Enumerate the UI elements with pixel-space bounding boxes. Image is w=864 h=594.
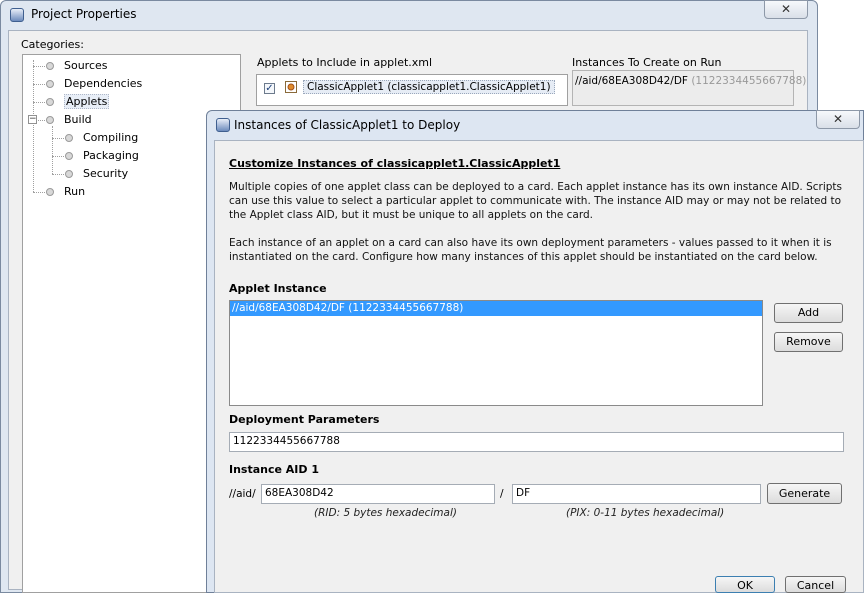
- instance-item[interactable]: //aid/68EA308D42/DF (1122334455667788): [575, 75, 806, 87]
- tree-node-icon: [46, 116, 54, 124]
- customize-heading: Customize Instances of classicapplet1.Cl…: [229, 157, 561, 170]
- tree-node-icon: [46, 188, 54, 196]
- applet-icon: [285, 81, 297, 93]
- description-paragraph-2: Each instance of an applet on a card can…: [229, 237, 832, 263]
- instance-aid: //aid/68EA308D42/DF: [575, 75, 688, 87]
- aid-separator: /: [500, 488, 504, 500]
- tree-connector: [33, 192, 45, 193]
- list-item[interactable]: //aid/68EA308D42/DF (1122334455667788): [230, 301, 762, 316]
- dialog-titlebar[interactable]: Instances of ClassicApplet1 to Deploy ✕: [206, 110, 864, 140]
- deployment-parameters-label: Deployment Parameters: [229, 413, 380, 426]
- pix-field[interactable]: DF: [512, 484, 761, 504]
- tree-item-sources[interactable]: Sources: [46, 59, 108, 72]
- remove-button[interactable]: Remove: [774, 332, 843, 352]
- pix-hint: (PIX: 0-11 bytes hexadecimal): [566, 507, 725, 519]
- tree-connector: [52, 174, 64, 175]
- applet-item-label[interactable]: ClassicApplet1 (classicapplet1.ClassicAp…: [303, 80, 555, 94]
- tree-connector: [38, 120, 45, 121]
- tree-connector: [33, 60, 34, 192]
- instance-params: (1122334455667788): [691, 75, 807, 87]
- rid-hint: (RID: 5 bytes hexadecimal): [314, 507, 457, 519]
- instances-to-create-label: Instances To Create on Run: [572, 56, 722, 69]
- tree-item-security[interactable]: Security: [65, 167, 128, 180]
- tree-connector: [52, 138, 64, 139]
- cancel-button[interactable]: Cancel: [785, 576, 846, 593]
- tree-item-dependencies[interactable]: Dependencies: [46, 77, 142, 90]
- tree-connector: [52, 156, 64, 157]
- tree-node-icon: [65, 170, 73, 178]
- tree-item-run[interactable]: Run: [46, 185, 85, 198]
- tree-node-icon: [46, 62, 54, 70]
- tree-node-icon: [46, 80, 54, 88]
- dialog-title: Instances of ClassicApplet1 to Deploy: [234, 118, 461, 132]
- tree-connector: [33, 102, 45, 103]
- tree-item-compiling[interactable]: Compiling: [65, 131, 138, 144]
- categories-label: Categories:: [21, 38, 84, 51]
- tree-connector: [52, 126, 53, 174]
- applet-instance-label: Applet Instance: [229, 282, 327, 295]
- project-properties-titlebar[interactable]: Project Properties ✕: [0, 0, 816, 30]
- rid-field[interactable]: 68EA308D42: [261, 484, 495, 504]
- applets-list[interactable]: ✓ ClassicApplet1 (classicapplet1.Classic…: [256, 74, 568, 106]
- tree-item-packaging[interactable]: Packaging: [65, 149, 139, 162]
- description-paragraph-1: Multiple copies of one applet class can …: [229, 181, 843, 221]
- tree-collapse-icon[interactable]: −: [28, 115, 37, 124]
- tree-connector: [33, 66, 45, 67]
- add-button[interactable]: Add: [774, 303, 843, 323]
- instance-aid-label: Instance AID 1: [229, 463, 320, 476]
- tree-node-icon: [65, 134, 73, 142]
- close-icon[interactable]: ✕: [816, 110, 860, 129]
- tree-connector: [33, 84, 45, 85]
- applets-include-label: Applets to Include in applet.xml: [257, 56, 433, 69]
- generate-button[interactable]: Generate: [767, 483, 842, 504]
- window-icon: [216, 118, 230, 132]
- aid-prefix: //aid/: [229, 488, 256, 500]
- instances-to-create-list[interactable]: //aid/68EA308D42/DF (1122334455667788): [572, 70, 806, 106]
- window-icon: [10, 8, 24, 22]
- tree-item-build[interactable]: Build: [46, 113, 92, 126]
- applet-instance-list[interactable]: //aid/68EA308D42/DF (1122334455667788): [229, 300, 763, 406]
- tree-node-icon: [65, 152, 73, 160]
- window-title: Project Properties: [31, 7, 137, 21]
- checkbox-icon[interactable]: ✓: [264, 83, 275, 94]
- ok-button[interactable]: OK: [715, 576, 775, 593]
- close-icon[interactable]: ✕: [764, 0, 808, 19]
- tree-node-icon: [46, 98, 54, 106]
- tree-item-applets[interactable]: Applets: [46, 94, 110, 109]
- deployment-parameters-field[interactable]: 1122334455667788: [229, 432, 844, 452]
